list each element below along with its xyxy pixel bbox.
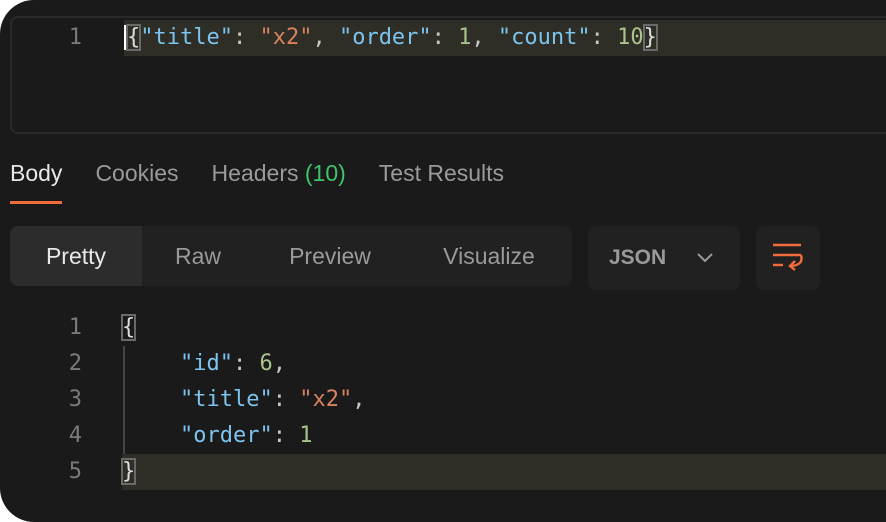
chevron-down-icon bbox=[697, 253, 713, 263]
code-line: { bbox=[120, 310, 137, 346]
json-number: 1 bbox=[299, 423, 313, 448]
response-panel: 1 {"title": "x2", "order": 1, "count": 1… bbox=[0, 0, 886, 522]
tab-test-results[interactable]: Test Results bbox=[379, 160, 504, 204]
json-number: 6 bbox=[259, 351, 273, 376]
code-line: "id": 6, bbox=[180, 346, 286, 382]
text-wrap-icon bbox=[773, 243, 803, 271]
line-number: 1 bbox=[68, 25, 82, 50]
json-string: "x2" bbox=[259, 25, 313, 50]
indent-guide bbox=[123, 346, 125, 454]
punct: : bbox=[272, 387, 300, 412]
brace: } bbox=[642, 24, 658, 51]
punct: , bbox=[352, 387, 366, 412]
json-number: 1 bbox=[458, 25, 472, 50]
code-line: "title": "x2", bbox=[180, 382, 365, 418]
punct: : bbox=[232, 351, 260, 376]
punct: : bbox=[431, 25, 459, 50]
code-line: "order": 1 bbox=[180, 418, 312, 454]
brace: } bbox=[120, 458, 137, 485]
line-number: 1 bbox=[68, 315, 82, 340]
line-number: 5 bbox=[68, 459, 82, 484]
json-key: "title" bbox=[140, 25, 233, 50]
format-selected: JSON bbox=[609, 246, 667, 269]
punct: , bbox=[272, 351, 286, 376]
punct: , bbox=[471, 25, 498, 50]
punct: : bbox=[272, 423, 300, 448]
brace: { bbox=[125, 24, 142, 51]
line-number: 2 bbox=[68, 351, 82, 376]
response-tabs: Body Cookies Headers (10) Test Results bbox=[10, 160, 504, 204]
punct: : bbox=[590, 25, 618, 50]
line-number: 3 bbox=[68, 387, 82, 412]
line-number: 4 bbox=[68, 423, 82, 448]
mode-raw[interactable]: Raw bbox=[142, 226, 254, 286]
json-key: "id" bbox=[180, 351, 233, 376]
tab-label: Headers bbox=[211, 160, 299, 186]
headers-count: (10) bbox=[304, 160, 346, 186]
json-key: "title" bbox=[180, 387, 273, 412]
mode-preview[interactable]: Preview bbox=[254, 226, 406, 286]
json-key: "order" bbox=[180, 423, 273, 448]
mode-pretty[interactable]: Pretty bbox=[10, 226, 142, 286]
tab-body[interactable]: Body bbox=[10, 160, 63, 204]
request-code-line[interactable]: {"title": "x2", "order": 1, "count": 10} bbox=[124, 20, 886, 56]
view-mode-selector: Pretty Raw Preview Visualize bbox=[10, 226, 572, 286]
json-string: "x2" bbox=[299, 387, 353, 412]
code-line-current: } bbox=[120, 454, 886, 490]
mode-visualize[interactable]: Visualize bbox=[406, 226, 572, 286]
tab-cookies[interactable]: Cookies bbox=[95, 160, 178, 204]
tab-headers[interactable]: Headers (10) bbox=[212, 160, 346, 204]
json-number: 10 bbox=[617, 25, 644, 50]
wrap-lines-button[interactable] bbox=[756, 226, 820, 290]
punct: , bbox=[312, 25, 339, 50]
json-key: "order" bbox=[338, 25, 432, 50]
json-key: "count" bbox=[497, 25, 591, 50]
format-dropdown[interactable]: JSON bbox=[588, 226, 740, 290]
punct: : bbox=[232, 25, 260, 50]
brace: { bbox=[120, 314, 137, 341]
